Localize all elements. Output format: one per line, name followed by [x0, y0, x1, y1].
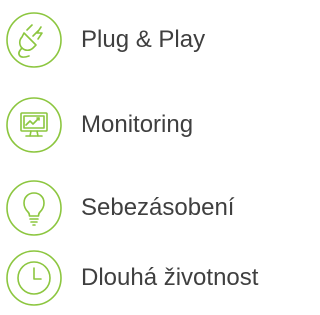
feature-label: Dlouhá životnost — [81, 264, 259, 291]
feature-list: Plug & Play Monitoring Sebezásobení Dlou… — [0, 0, 312, 315]
lightbulb-icon — [5, 179, 63, 237]
feature-label: Monitoring — [81, 111, 194, 138]
plug-icon — [5, 11, 63, 69]
feature-plug-and-play: Plug & Play — [0, 10, 312, 70]
monitor-chart-icon — [5, 96, 63, 154]
feature-long-lifetime: Dlouhá životnost — [0, 248, 312, 308]
feature-label: Sebezásobení — [81, 194, 235, 221]
feature-label: Plug & Play — [81, 26, 206, 53]
feature-monitoring: Monitoring — [0, 95, 312, 155]
clock-icon — [5, 249, 63, 307]
feature-self-sufficiency: Sebezásobení — [0, 178, 312, 238]
